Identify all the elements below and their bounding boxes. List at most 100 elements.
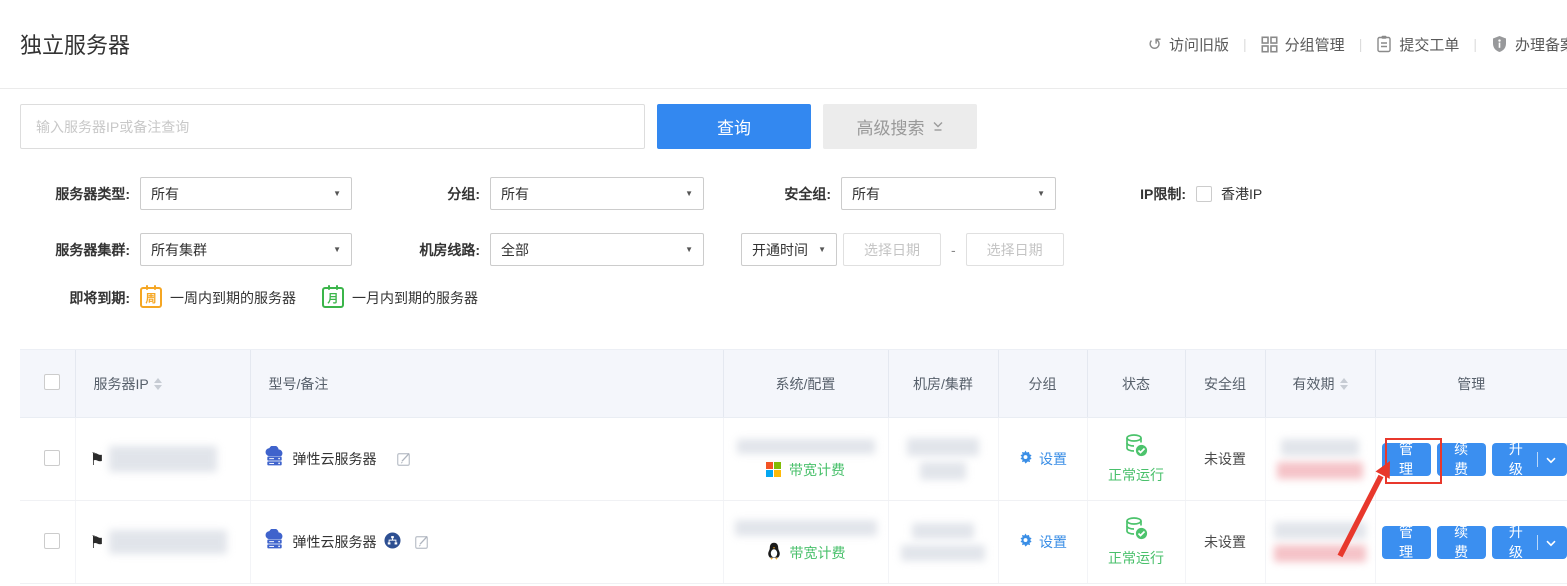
query-button[interactable]: 查询 (657, 104, 811, 149)
redacted-room (907, 438, 979, 456)
security-group-select[interactable]: 所有 ▼ (841, 177, 1056, 210)
sort-icon[interactable] (154, 378, 162, 390)
filter-row-1: 服务器类型: 所有 ▼ 分组: 所有 ▼ 安全组: 所有 ▼ IP限制: 香港I… (20, 177, 1567, 210)
line-value: 全部 (501, 240, 529, 260)
col-system: 系统/配置 (723, 350, 888, 418)
security-group-label: 安全组: (704, 184, 831, 204)
table-header-row: 服务器IP 型号/备注 系统/配置 机房/集群 分组 状态 安全组 有效期 管理 (20, 350, 1567, 418)
billing-label: 带宽计费 (789, 460, 845, 480)
redacted-config (735, 520, 877, 536)
renew-button[interactable]: 续费 (1437, 443, 1486, 476)
col-server-ip[interactable]: 服务器IP (75, 350, 250, 418)
col-status: 状态 (1087, 350, 1185, 418)
redacted-validity-date (1281, 439, 1359, 456)
status-running-icon (1122, 433, 1150, 462)
refresh-icon: ↺ (1148, 36, 1162, 53)
redacted-validity-remain (1274, 545, 1366, 562)
select-caret-icon: ▼ (333, 245, 341, 254)
flag-icon: ⚑ (90, 534, 105, 551)
link-submit-ticket-label: 提交工单 (1399, 34, 1459, 55)
renew-button[interactable]: 续费 (1437, 526, 1486, 559)
manage-button[interactable]: 管理 (1382, 526, 1431, 559)
expiry-month-label[interactable]: 一月内到期的服务器 (352, 288, 478, 308)
edit-remark-icon[interactable] (414, 534, 430, 550)
table-row: ⚑ 弹性云服务器 (20, 501, 1567, 584)
month-calendar-icon[interactable]: 月 (322, 287, 344, 308)
upgrade-button[interactable]: 升级 (1492, 443, 1567, 476)
header-separator: | (1243, 36, 1247, 52)
advanced-search-label: 高级搜索 (857, 114, 925, 139)
group-settings-label: 设置 (1039, 532, 1067, 552)
chevron-down-icon (1546, 451, 1556, 467)
security-group-cell: 未设置 (1185, 501, 1265, 584)
cluster-value: 所有集群 (151, 240, 207, 260)
group-settings-link[interactable]: 设置 (1018, 532, 1067, 552)
expiry-week-label[interactable]: 一周内到期的服务器 (170, 288, 296, 308)
hk-ip-checkbox[interactable] (1196, 186, 1212, 202)
flag-icon: ⚑ (90, 451, 105, 468)
hk-ip-checkbox-label: 香港IP (1221, 184, 1262, 204)
link-submit-ticket[interactable]: 提交工单 (1376, 34, 1459, 55)
select-all-checkbox[interactable] (44, 374, 60, 390)
page-header: 独立服务器 ↺ 访问旧版 | 分组管理 | (0, 0, 1567, 89)
week-calendar-icon[interactable]: 周 (140, 287, 162, 308)
upgrade-button[interactable]: 升级 (1492, 526, 1567, 559)
server-type-select[interactable]: 所有 ▼ (140, 177, 352, 210)
manage-button[interactable]: 管理 (1382, 443, 1431, 476)
col-model-label: 型号/备注 (269, 374, 329, 394)
billing-label: 带宽计费 (790, 543, 846, 563)
select-caret-icon: ▼ (333, 189, 341, 198)
time-type-select[interactable]: 开通时间 ▼ (741, 233, 837, 266)
server-type-value: 所有 (151, 184, 179, 204)
cluster-select[interactable]: 所有集群 ▼ (140, 233, 352, 266)
ip-limit-label: IP限制: (1056, 184, 1186, 204)
link-icp-filing-label: 办理备案 (1515, 34, 1567, 55)
redacted-room (912, 523, 974, 539)
status-running-icon (1122, 516, 1150, 545)
col-room: 机房/集群 (888, 350, 998, 418)
status-cell: 正常运行 (1088, 516, 1185, 568)
group-value: 所有 (501, 184, 529, 204)
cluster-badge-icon (384, 532, 401, 552)
sort-icon[interactable] (1340, 378, 1348, 390)
header-links: ↺ 访问旧版 | 分组管理 | 提交工单 | (1148, 34, 1567, 55)
edit-remark-icon[interactable] (396, 451, 412, 467)
col-security: 安全组 (1185, 350, 1265, 418)
cluster-label: 服务器集群: (20, 240, 130, 260)
group-settings-link[interactable]: 设置 (1018, 449, 1067, 469)
upgrade-label: 升级 (1503, 522, 1529, 562)
linux-tux-icon (766, 542, 782, 564)
link-icp-filing[interactable]: 办理备案 (1491, 34, 1567, 55)
chevron-down-icon (1546, 534, 1556, 550)
advanced-search-button[interactable]: 高级搜索 (823, 104, 977, 149)
gear-icon (1018, 450, 1033, 468)
line-label: 机房线路: (352, 240, 480, 260)
col-validity[interactable]: 有效期 (1265, 350, 1375, 418)
date-range-separator: - (951, 242, 956, 258)
header-separator: | (1359, 36, 1363, 52)
link-old-version-label: 访问旧版 (1169, 34, 1229, 55)
grid-icon (1261, 36, 1278, 53)
header-separator: | (1473, 36, 1477, 52)
server-table: 服务器IP 型号/备注 系统/配置 机房/集群 分组 状态 安全组 有效期 管理… (20, 349, 1567, 584)
row-checkbox[interactable] (44, 533, 60, 549)
group-label: 分组: (352, 184, 480, 204)
date-end-input[interactable] (966, 233, 1064, 266)
date-start-input[interactable] (843, 233, 941, 266)
cloud-server-icon (263, 529, 286, 555)
cloud-server-icon (263, 446, 286, 472)
redacted-cluster (901, 545, 985, 561)
group-select[interactable]: 所有 ▼ (490, 177, 704, 210)
link-group-manage[interactable]: 分组管理 (1261, 34, 1345, 55)
gear-icon (1018, 533, 1033, 551)
windows-logo-icon (766, 462, 781, 477)
line-select[interactable]: 全部 ▼ (490, 233, 704, 266)
redacted-validity-remain (1277, 462, 1363, 479)
search-input[interactable] (20, 104, 645, 149)
chevron-down-icon (932, 117, 944, 137)
link-old-version[interactable]: ↺ 访问旧版 (1148, 34, 1229, 55)
time-type-value: 开通时间 (752, 240, 808, 260)
row-checkbox[interactable] (44, 450, 60, 466)
group-settings-label: 设置 (1039, 449, 1067, 469)
status-cell: 正常运行 (1088, 433, 1185, 485)
